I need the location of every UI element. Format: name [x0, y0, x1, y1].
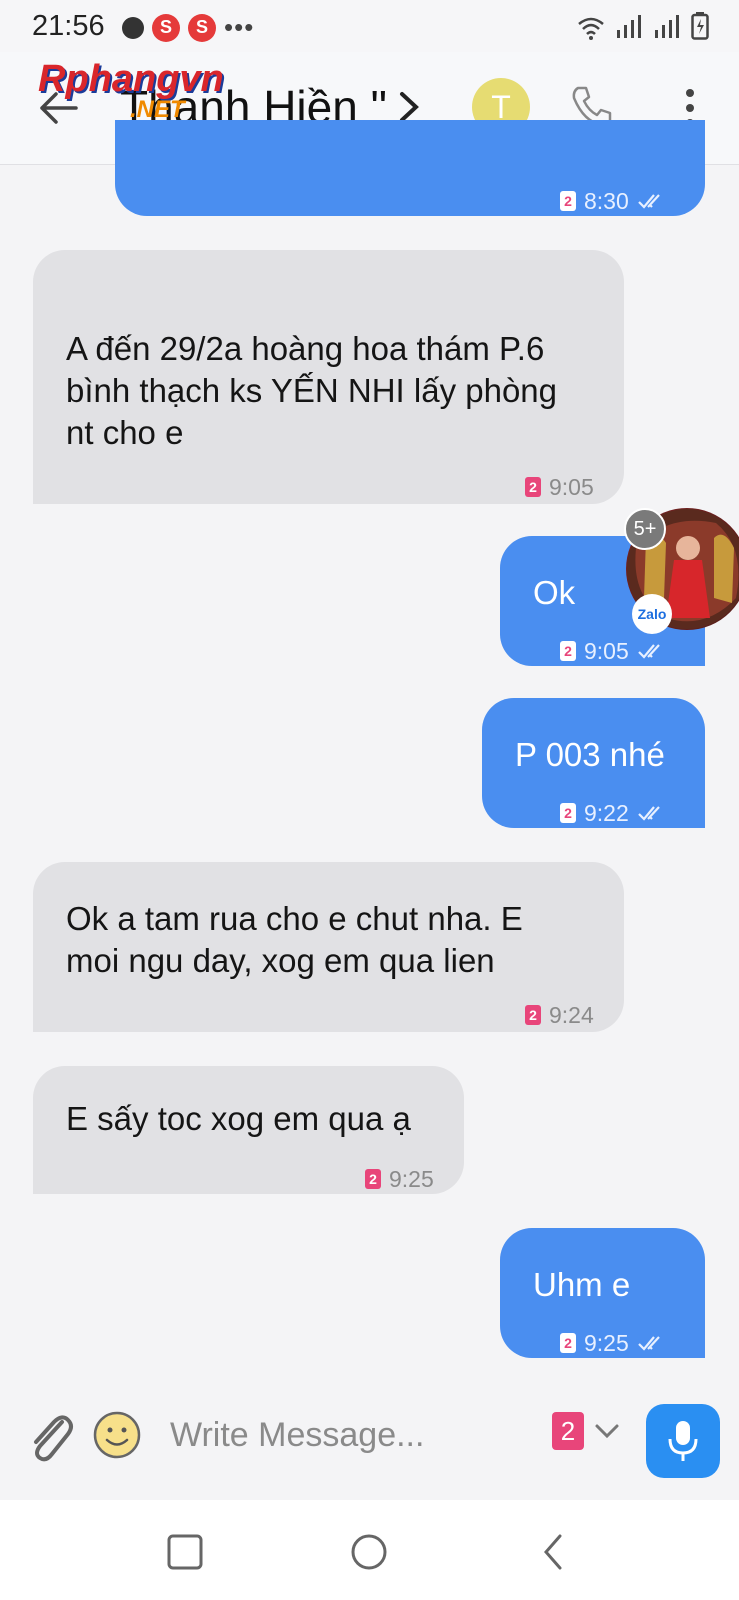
sim-indicator: 2: [560, 641, 576, 661]
message-text-line: Ok a tam rua cho e chut nha. E: [66, 900, 523, 937]
message-text: Ok: [533, 574, 576, 611]
back-nav-icon[interactable]: [534, 1532, 574, 1572]
message-meta: 2 9:22: [560, 792, 667, 834]
message-meta: 2 9:05: [525, 466, 594, 508]
recent-apps-icon[interactable]: [165, 1532, 205, 1572]
message-time: 9:22: [584, 800, 629, 826]
wifi-icon: [578, 17, 604, 40]
zalo-logo: Zalo: [632, 594, 672, 634]
message-outgoing[interactable]: Uhm e 2 9:25: [500, 1228, 705, 1358]
sim-indicator: 2: [365, 1169, 381, 1189]
message-meta: 2 8:30: [560, 180, 667, 222]
message-time: 9:25: [389, 1166, 434, 1192]
message-text-line: moi ngu day, xog em qua lien: [66, 942, 495, 979]
message-meta: 2 9:05: [560, 630, 667, 672]
double-check-icon: [637, 1336, 660, 1351]
message-text-line: bình thạch ks YẾN NHI lấy phòng: [66, 372, 558, 409]
sim-indicator: 2: [560, 191, 576, 211]
message-outgoing[interactable]: 2 8:30: [115, 120, 705, 216]
system-navigation-bar: [0, 1500, 739, 1600]
message-input[interactable]: [168, 1404, 532, 1466]
watermark-logo: Rphangvn: [38, 58, 224, 100]
message-text-line: E sấy toc xog em qua ạ: [66, 1100, 411, 1137]
emoji-icon[interactable]: [92, 1410, 142, 1460]
status-time: 21:56: [32, 10, 105, 42]
signal-sim2-icon: [655, 15, 679, 38]
sim-indicator: 2: [525, 1005, 541, 1025]
double-check-icon: [637, 806, 660, 821]
message-text: Uhm e: [533, 1266, 631, 1303]
floating-chat-head[interactable]: 5+ Zalo: [624, 508, 739, 634]
message-meta: 2 9:25: [365, 1158, 434, 1200]
message-incoming[interactable]: A đến 29/2a hoàng hoa thám P.6 bình thạc…: [33, 250, 624, 504]
message-meta: 2 9:24: [525, 994, 594, 1036]
double-check-icon: [637, 194, 660, 209]
message-time: 9:24: [549, 1002, 594, 1028]
more-notifications-icon: •••: [224, 12, 255, 42]
s-app-notification-icon: S: [188, 13, 216, 42]
message-time: 8:30: [584, 188, 629, 214]
message-time: 9:05: [584, 638, 629, 664]
sim-indicator: 2: [560, 1333, 576, 1353]
message-meta: 2 9:25: [560, 1322, 667, 1364]
sim-indicator: 2: [552, 1412, 584, 1450]
s-app-notification-icon: S: [152, 13, 180, 42]
message-incoming[interactable]: Ok a tam rua cho e chut nha. E moi ngu d…: [33, 862, 624, 1032]
sim-indicator: 2: [560, 803, 576, 823]
unread-count-badge: 5+: [624, 508, 666, 550]
system-icons: [577, 12, 709, 40]
message-text-line: nt cho e: [66, 414, 184, 451]
sim-indicator: 2: [525, 477, 541, 497]
chat-notification-icon: [122, 16, 144, 39]
voice-record-button[interactable]: [646, 1404, 720, 1478]
message-text-line: A đến 29/2a hoàng hoa thám P.6: [66, 330, 545, 367]
microphone-icon: [668, 1421, 698, 1461]
battery-icon: [691, 12, 709, 40]
chevron-right-icon[interactable]: [396, 90, 422, 124]
message-time: 9:25: [584, 1330, 629, 1356]
message-composer: 2: [0, 1378, 739, 1498]
attachment-icon[interactable]: [24, 1408, 74, 1464]
message-outgoing[interactable]: P 003 nhé 2 9:22: [482, 698, 705, 828]
notification-icons: S S •••: [122, 12, 254, 43]
message-time: 9:05: [549, 474, 594, 500]
signal-sim1-icon: [617, 15, 641, 38]
message-text: P 003 nhé: [515, 736, 665, 773]
home-icon[interactable]: [349, 1532, 389, 1572]
chevron-down-icon: [595, 1424, 619, 1439]
message-incoming[interactable]: E sấy toc xog em qua ạ 2 9:25: [33, 1066, 464, 1194]
status-bar: 21:56 S S •••: [0, 0, 739, 52]
sim-selector[interactable]: 2: [552, 1412, 620, 1450]
double-check-icon: [637, 644, 660, 659]
